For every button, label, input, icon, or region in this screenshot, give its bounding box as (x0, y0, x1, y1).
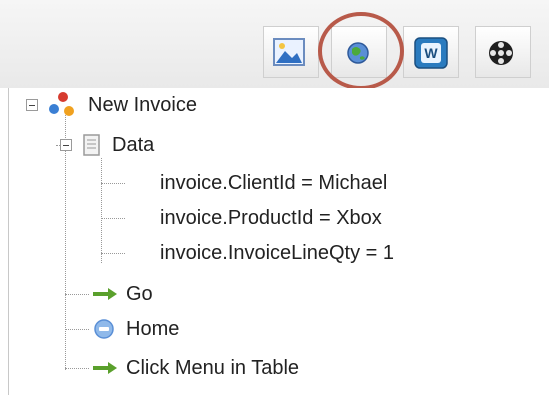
word-icon: W (414, 37, 448, 69)
tree-node-label: invoice.ClientId = Michael (160, 171, 388, 194)
tree-node-data-item[interactable]: invoice.ClientId = Michael (160, 168, 387, 198)
film-reel-icon (489, 41, 513, 65)
tree-node-step-go[interactable]: Go (92, 279, 153, 309)
globe-icon (347, 42, 369, 64)
blue-globe-icon (94, 319, 114, 339)
green-arrow-icon (93, 288, 117, 300)
tree-node-label: Home (126, 317, 180, 340)
puzzle-icon (49, 92, 74, 116)
tree-connector-h (101, 183, 125, 184)
image-button[interactable] (263, 26, 319, 78)
tree-node-label: Go (126, 282, 153, 305)
tree-connector-h (101, 218, 125, 219)
tree-left-border (8, 88, 9, 395)
tree-node-data-item[interactable]: invoice.InvoiceLineQty = 1 (160, 238, 394, 268)
tree-node-label: Data (112, 133, 155, 156)
document-icon (83, 134, 100, 156)
image-icon (273, 38, 305, 66)
green-arrow-icon (93, 362, 117, 374)
tree-connector-data (101, 158, 102, 263)
tree-connector-h (65, 329, 89, 330)
data-collapse-toggle[interactable] (60, 139, 72, 151)
tree-node-new-invoice[interactable]: New Invoice (46, 90, 197, 120)
save-button[interactable] (475, 26, 531, 78)
word-button[interactable]: W (403, 26, 459, 78)
root-collapse-toggle[interactable] (26, 99, 38, 111)
tree-connector-h (65, 368, 89, 369)
svg-text:W: W (424, 45, 438, 61)
tree-node-step-home[interactable]: Home (92, 314, 179, 344)
tree-node-step-click-menu[interactable]: Click Menu in Table (92, 353, 299, 383)
globe-button[interactable] (331, 26, 387, 78)
tree-node-data-item[interactable]: invoice.ProductId = Xbox (160, 203, 382, 233)
tree-connector-h (101, 253, 125, 254)
tree-node-label: invoice.ProductId = Xbox (160, 206, 382, 229)
tree-connector-h (65, 294, 89, 295)
toolbar: W (0, 0, 549, 90)
tree-node-label: New Invoice (88, 93, 197, 116)
tree-node-label: Click Menu in Table (126, 356, 300, 379)
tree-node-data[interactable]: Data (80, 130, 154, 160)
tree-node-label: invoice.InvoiceLineQty = 1 (160, 241, 395, 264)
